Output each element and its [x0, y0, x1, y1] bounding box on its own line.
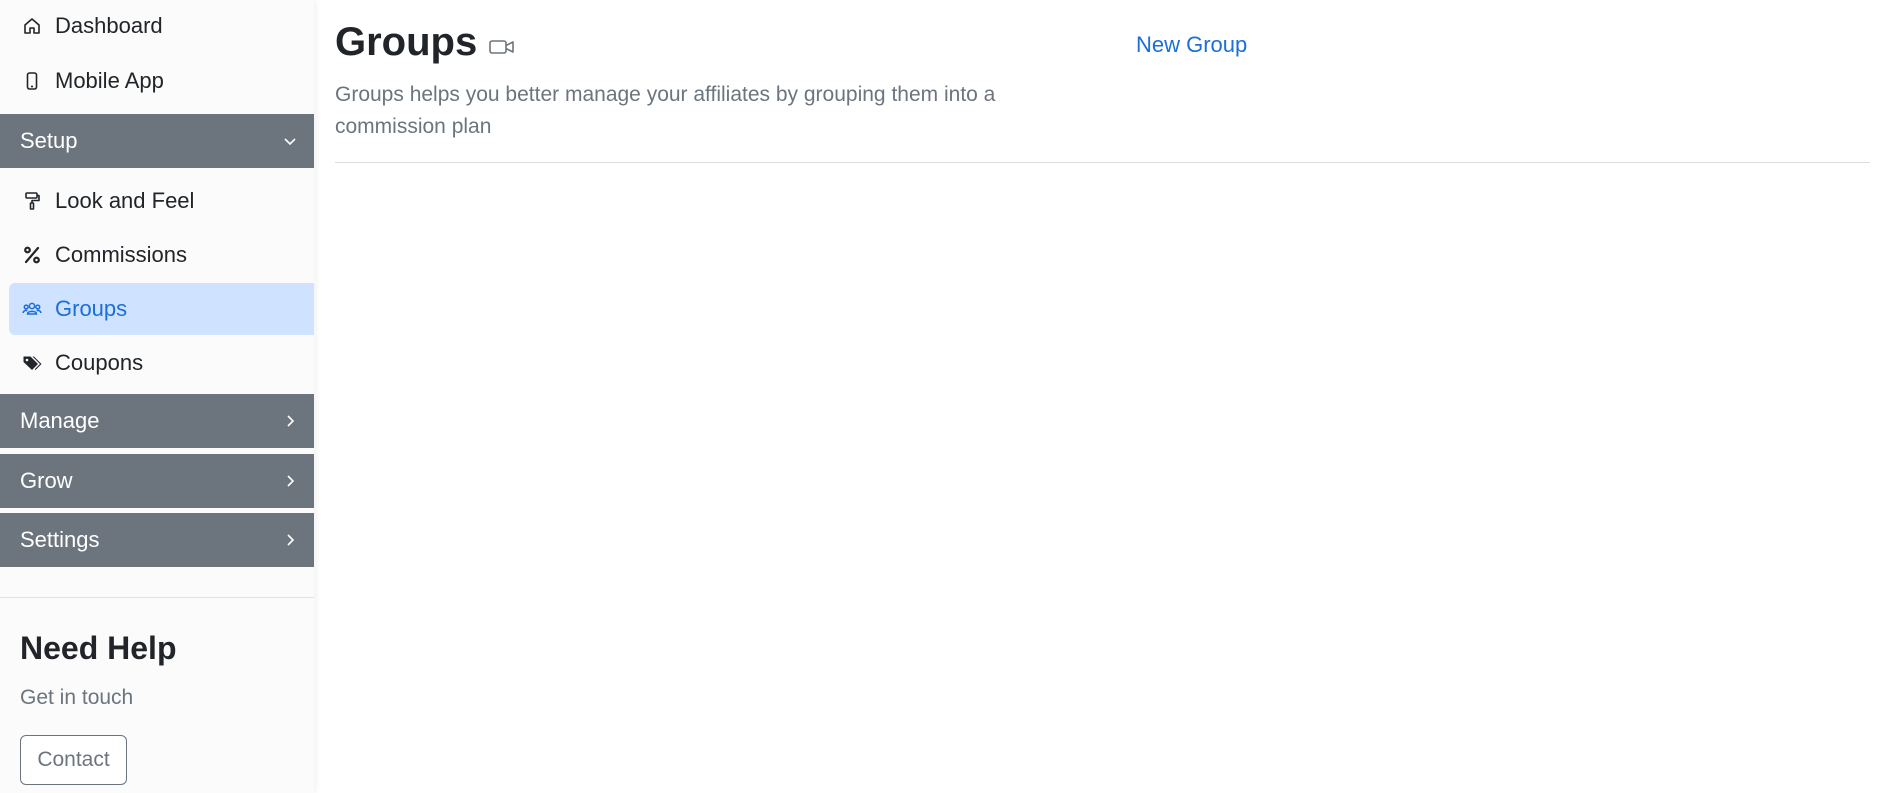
section-header-settings[interactable]: Settings [0, 513, 314, 567]
header-divider [335, 162, 1870, 163]
help-subtitle: Get in touch [20, 686, 134, 709]
tags-icon [21, 352, 43, 374]
contact-button[interactable]: Contact [20, 735, 127, 785]
sidebar-item-groups[interactable]: Groups [9, 283, 314, 335]
sidebar-item-mobile-app[interactable]: Mobile App [9, 55, 314, 107]
sidebar-item-commissions[interactable]: Commissions [9, 229, 314, 281]
paint-roller-icon [21, 190, 43, 212]
sidebar-item-label: Coupons [55, 350, 144, 375]
chevron-right-icon [287, 534, 295, 546]
section-label: Grow [20, 468, 73, 493]
sidebar-item-dashboard[interactable]: Dashboard [9, 0, 314, 52]
phone-icon [21, 70, 43, 92]
chevron-right-icon [287, 475, 295, 487]
app-root: Dashboard Mobile App Setup Look and Feel… [0, 0, 1885, 793]
sidebar-item-coupons[interactable]: Coupons [9, 337, 314, 389]
sidebar: Dashboard Mobile App Setup Look and Feel… [0, 0, 314, 793]
sidebar-item-label: Look and Feel [55, 188, 195, 213]
sidebar-item-label: Commissions [55, 242, 188, 267]
chevron-down-icon [284, 138, 296, 146]
section-label: Settings [20, 527, 100, 552]
new-group-link[interactable]: New Group [1136, 32, 1247, 58]
page-description: Groups helps you better manage your affi… [335, 83, 996, 138]
section-header-grow[interactable]: Grow [0, 454, 314, 508]
sidebar-divider [0, 597, 314, 598]
page-title: Groups [335, 20, 478, 64]
sidebar-item-label: Mobile App [55, 68, 164, 93]
house-icon [21, 15, 43, 37]
section-header-setup[interactable]: Setup [0, 114, 314, 168]
sidebar-item-label: Dashboard [55, 13, 163, 38]
percent-icon [21, 244, 43, 266]
section-header-manage[interactable]: Manage [0, 394, 314, 448]
help-title: Need Help [20, 630, 177, 666]
sidebar-item-look-and-feel[interactable]: Look and Feel [9, 175, 314, 227]
chevron-right-icon [287, 415, 295, 427]
page-header: Groups [335, 20, 515, 65]
section-label: Setup [20, 128, 78, 153]
sidebar-item-label: Groups [55, 296, 128, 321]
video-camera-icon[interactable] [489, 37, 515, 57]
users-icon [21, 298, 43, 320]
section-label: Manage [20, 408, 100, 433]
